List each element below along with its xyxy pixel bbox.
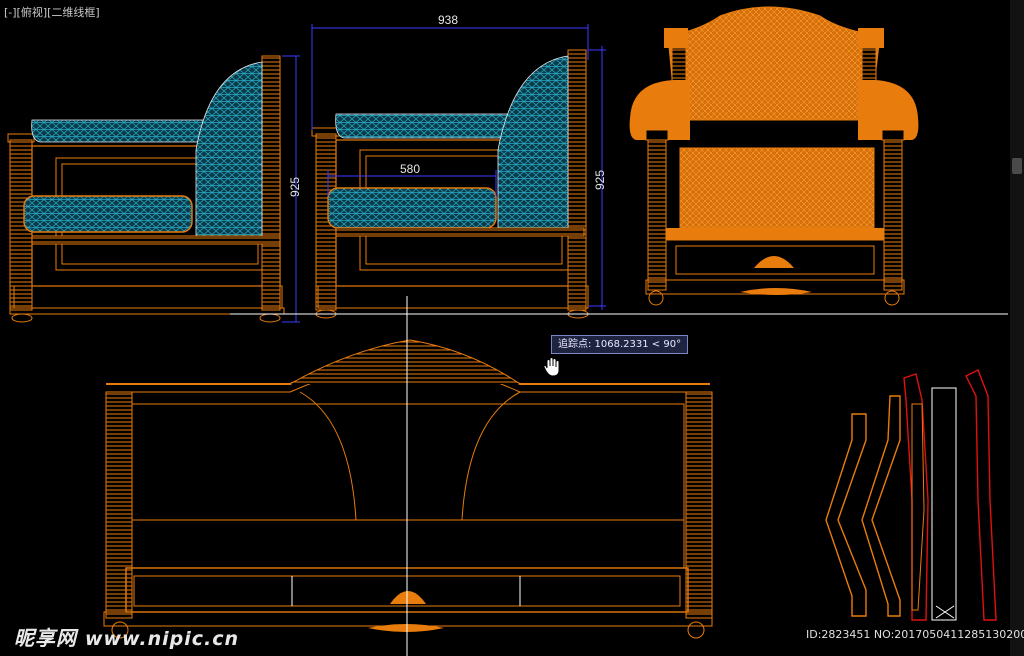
dimension-label-cushion-width: 580 xyxy=(400,162,420,176)
side-view-left xyxy=(7,55,285,323)
vertical-scrollbar[interactable] xyxy=(1010,0,1024,656)
watermark-brand: 昵享网 xyxy=(14,626,77,650)
cad-drawing-canvas[interactable]: 925 938 580 925 xyxy=(0,0,1010,656)
dimension-label-top-width: 938 xyxy=(438,13,458,27)
dimension-label-front-height: 925 xyxy=(593,170,607,190)
dimension-front-height: 925 xyxy=(588,46,607,310)
side-view-center xyxy=(311,49,589,319)
image-id-label: ID:2823451 NO:20170504112851302000 xyxy=(806,628,1024,641)
sofa-front-view xyxy=(103,339,713,639)
scrollbar-thumb[interactable] xyxy=(1012,158,1022,174)
front-view xyxy=(629,6,919,306)
watermark-logo: 昵享网 www.nipic.cn xyxy=(14,622,239,651)
watermark-url: www.nipic.cn xyxy=(84,628,240,650)
dimension-side-height: 925 xyxy=(282,55,302,323)
hand-cursor-icon xyxy=(541,356,563,383)
tracking-point-tooltip: 追踪点: 1068.2331 < 90° xyxy=(551,335,689,354)
section-profiles xyxy=(825,369,997,621)
dimension-label-side-height: 925 xyxy=(288,177,302,197)
